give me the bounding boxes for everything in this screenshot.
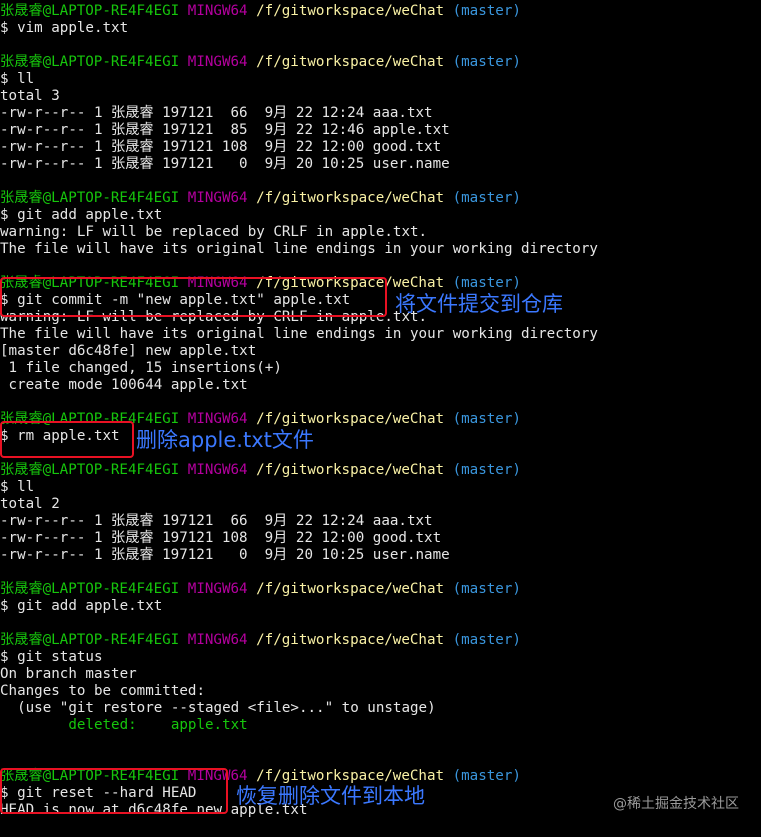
prompt-user: 张晟睿@LAPTOP-RE4F4EGI — [0, 3, 180, 19]
output-line: $ ll — [0, 479, 35, 495]
output-line: 1 file changed, 15 insertions(+) — [0, 360, 282, 376]
prompt-path: /f/gitworkspace/weChat — [256, 54, 445, 70]
prompt-path: /f/gitworkspace/weChat — [256, 581, 445, 597]
prompt-branch: (master) — [452, 632, 521, 648]
prompt-branch: (master) — [452, 411, 521, 427]
annotation-reset: 恢复删除文件到本地 — [236, 784, 425, 808]
output-line: total 2 — [0, 496, 60, 512]
output-line: On branch master — [0, 666, 137, 682]
output-line: $ git add apple.txt — [0, 598, 163, 614]
prompt-system: MINGW64 — [187, 581, 248, 597]
output-line: The file will have its original line end… — [0, 241, 598, 257]
prompt-user: 张晟睿@LAPTOP-RE4F4EGI — [0, 581, 180, 597]
prompt-branch: (master) — [452, 462, 521, 478]
watermark: @稀土掘金技术社区 — [613, 796, 739, 812]
highlight-box-commit — [0, 277, 387, 317]
output-line: warning: LF will be replaced by CRLF in … — [0, 224, 428, 240]
prompt-line: 张晟睿@LAPTOP-RE4F4EGI MINGW64 /f/gitworksp… — [0, 462, 761, 479]
highlight-box-rm — [0, 421, 134, 458]
prompt-branch: (master) — [452, 3, 521, 19]
prompt-user: 张晟睿@LAPTOP-RE4F4EGI — [0, 54, 180, 70]
deleted-file: apple.txt — [170, 717, 248, 733]
prompt-path: /f/gitworkspace/weChat — [256, 462, 445, 478]
annotation-rm: 删除apple.txt文件 — [136, 428, 314, 452]
output-line: -rw-r--r-- 1 张晟睿 197121 85 9月 22 12:46 a… — [0, 122, 450, 138]
prompt-path: /f/gitworkspace/weChat — [256, 190, 445, 206]
output-line: [master d6c48fe] new apple.txt — [0, 343, 257, 359]
prompt-system: MINGW64 — [187, 411, 248, 427]
prompt-system: MINGW64 — [187, 632, 248, 648]
output-line: $ git status — [0, 649, 103, 665]
prompt-branch: (master) — [452, 54, 521, 70]
prompt-line: 张晟睿@LAPTOP-RE4F4EGI MINGW64 /f/gitworksp… — [0, 54, 761, 71]
prompt-line: 张晟睿@LAPTOP-RE4F4EGI MINGW64 /f/gitworksp… — [0, 632, 761, 649]
output-line: -rw-r--r-- 1 张晟睿 197121 108 9月 22 12:00 … — [0, 530, 442, 546]
prompt-user: 张晟睿@LAPTOP-RE4F4EGI — [0, 462, 180, 478]
output-line: $ vim apple.txt — [0, 20, 129, 36]
prompt-system: MINGW64 — [187, 462, 248, 478]
terminal-output[interactable]: 张晟睿@LAPTOP-RE4F4EGI MINGW64 /f/gitworksp… — [0, 3, 761, 837]
prompt-path: /f/gitworkspace/weChat — [256, 411, 445, 427]
deleted-label: deleted: — [0, 717, 171, 733]
prompt-line: 张晟睿@LAPTOP-RE4F4EGI MINGW64 /f/gitworksp… — [0, 3, 761, 20]
prompt-path: /f/gitworkspace/weChat — [256, 768, 445, 784]
prompt-user: 张晟睿@LAPTOP-RE4F4EGI — [0, 190, 180, 206]
output-line: total 3 — [0, 88, 60, 104]
prompt-branch: (master) — [452, 275, 521, 291]
output-line: $ ll — [0, 71, 35, 87]
prompt-user: 张晟睿@LAPTOP-RE4F4EGI — [0, 632, 180, 648]
output-line: (use "git restore --staged <file>..." to… — [0, 700, 436, 716]
output-line: -rw-r--r-- 1 张晟睿 197121 0 9月 20 10:25 us… — [0, 547, 450, 563]
prompt-branch: (master) — [452, 190, 521, 206]
annotation-commit: 将文件提交到仓库 — [395, 292, 563, 316]
output-line: $ git add apple.txt — [0, 207, 163, 223]
output-line: create mode 100644 apple.txt — [0, 377, 248, 393]
prompt-branch: (master) — [452, 768, 521, 784]
prompt-branch: (master) — [452, 581, 521, 597]
output-line: The file will have its original line end… — [0, 326, 598, 342]
prompt-system: MINGW64 — [187, 54, 248, 70]
output-line: -rw-r--r-- 1 张晟睿 197121 108 9月 22 12:00 … — [0, 139, 442, 155]
highlight-box-reset — [0, 768, 228, 814]
prompt-line: 张晟睿@LAPTOP-RE4F4EGI MINGW64 /f/gitworksp… — [0, 190, 761, 207]
prompt-system: MINGW64 — [187, 3, 248, 19]
output-line: -rw-r--r-- 1 张晟睿 197121 66 9月 22 12:24 a… — [0, 105, 433, 121]
prompt-path: /f/gitworkspace/weChat — [256, 3, 445, 19]
output-line: -rw-r--r-- 1 张晟睿 197121 0 9月 20 10:25 us… — [0, 156, 450, 172]
prompt-system: MINGW64 — [187, 190, 248, 206]
prompt-path: /f/gitworkspace/weChat — [256, 632, 445, 648]
status-deleted-line: deleted: apple.txt — [0, 717, 761, 734]
prompt-line: 张晟睿@LAPTOP-RE4F4EGI MINGW64 /f/gitworksp… — [0, 581, 761, 598]
output-line: -rw-r--r-- 1 张晟睿 197121 66 9月 22 12:24 a… — [0, 513, 433, 529]
output-line: Changes to be committed: — [0, 683, 205, 699]
